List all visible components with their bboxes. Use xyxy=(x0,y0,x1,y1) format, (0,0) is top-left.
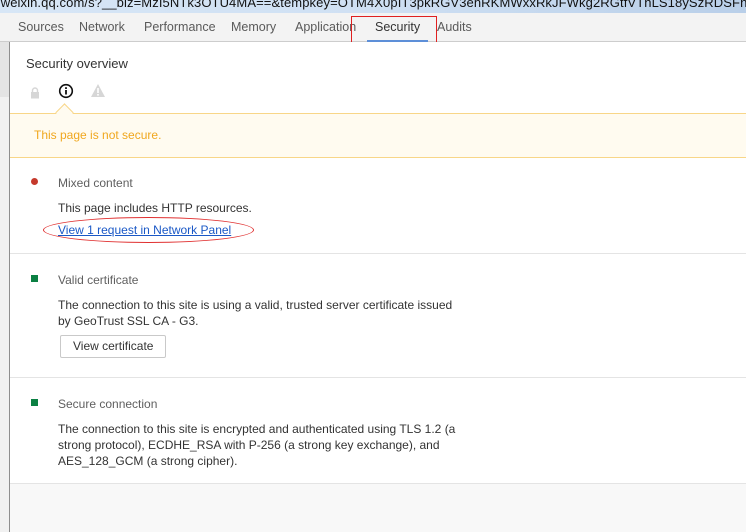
selected-icon-caret xyxy=(55,103,74,122)
tab-application[interactable]: Application xyxy=(295,13,356,41)
info-icon[interactable] xyxy=(58,83,74,104)
section-description: This page includes HTTP resources. xyxy=(58,201,252,215)
tab-network[interactable]: Network xyxy=(79,13,125,41)
section-title: Secure connection xyxy=(58,397,158,411)
tab-sources[interactable]: Sources xyxy=(18,13,64,41)
url-text: .weixin.qq.com/s?__biz=MzI5NTk3OTU4MA==&… xyxy=(0,0,746,10)
view-requests-link[interactable]: View 1 request in Network Panel xyxy=(58,223,231,237)
section-description: The connection to this site is using a v… xyxy=(58,298,453,328)
secure-connection-section: Secure connection The connection to this… xyxy=(10,378,746,484)
secure-status-square xyxy=(31,399,38,406)
tab-label: Memory xyxy=(231,20,277,34)
sidebar-gutter-shade xyxy=(0,42,9,97)
address-bar[interactable]: .weixin.qq.com/s?__biz=MzI5NTk3OTU4MA==&… xyxy=(0,0,746,13)
section-title: Mixed content xyxy=(58,176,133,190)
empty-panel-area xyxy=(10,484,746,532)
tab-label: Application xyxy=(295,20,357,34)
status-message: This page is not secure. xyxy=(34,128,162,142)
overview-title: Security overview xyxy=(26,56,128,71)
mixed-content-section: Mixed content This page includes HTTP re… xyxy=(10,157,746,254)
view-certificate-button[interactable]: View certificate xyxy=(60,335,167,358)
tab-label: Network xyxy=(79,20,125,34)
tab-label: Audits xyxy=(437,20,472,34)
section-description: The connection to this site is encrypted… xyxy=(58,422,456,468)
warning-icon xyxy=(90,83,106,103)
insecure-status-dot xyxy=(31,178,38,185)
tab-audits[interactable]: Audits xyxy=(437,13,472,41)
secure-status-square xyxy=(31,275,38,282)
tab-memory[interactable]: Memory xyxy=(231,13,276,41)
tab-label: Security xyxy=(375,20,421,34)
sidebar-gutter xyxy=(0,42,10,532)
tab-security[interactable]: Security xyxy=(367,13,429,42)
tab-label: Performance xyxy=(144,20,216,34)
valid-certificate-section: Valid certificate The connection to this… xyxy=(10,254,746,378)
tab-label: Sources xyxy=(18,20,64,34)
devtools-tab-strip: Sources Network Performance Memory Appli… xyxy=(0,13,746,42)
security-summary-banner: This page is not secure. xyxy=(10,103,746,158)
security-panel: Security overview This page is not secur… xyxy=(10,42,746,532)
lock-icon xyxy=(30,86,40,104)
section-title: Valid certificate xyxy=(58,273,139,287)
tab-performance[interactable]: Performance xyxy=(144,13,216,41)
security-state-icons xyxy=(10,82,746,104)
